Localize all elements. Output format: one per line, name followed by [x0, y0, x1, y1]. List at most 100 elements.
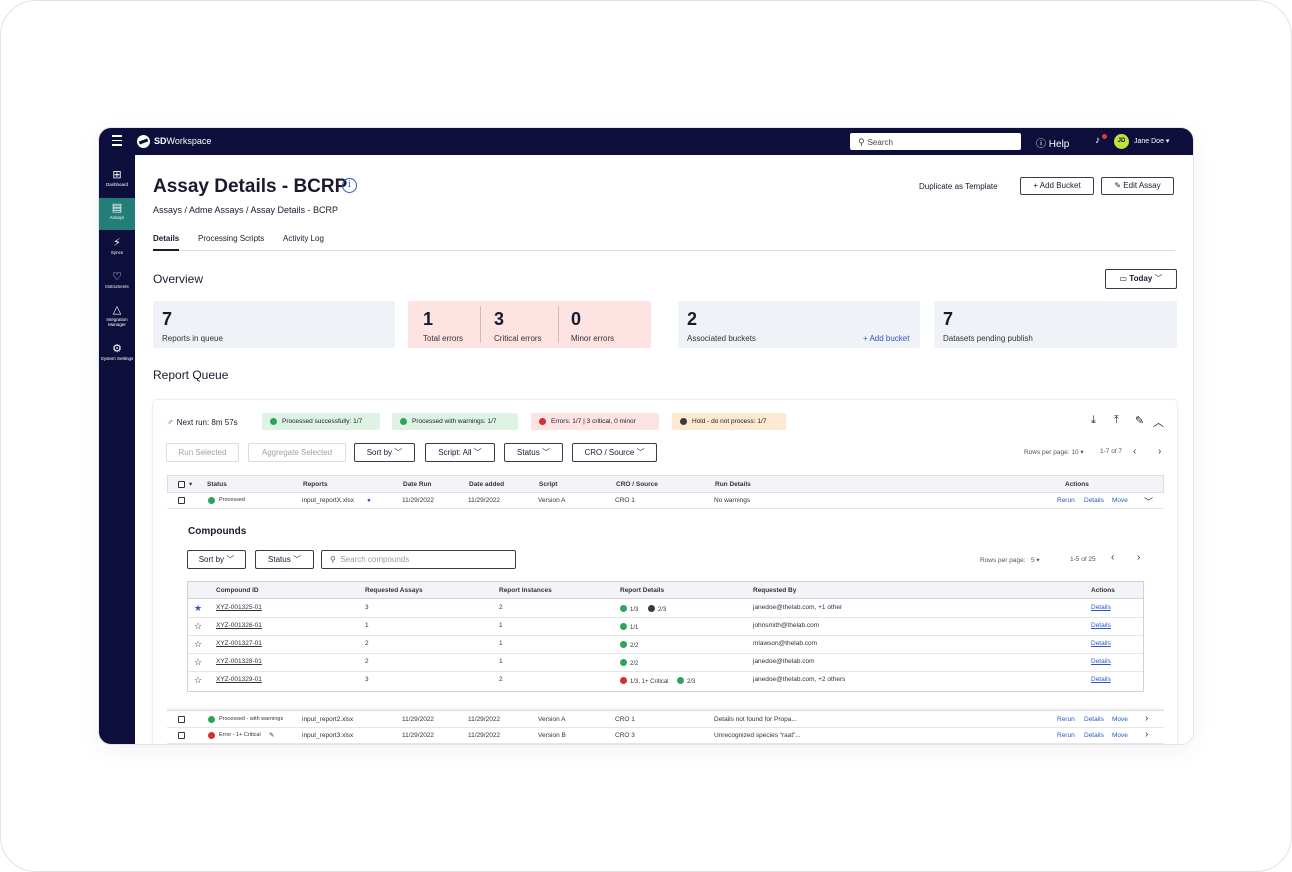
sidebar-item-integration-manager[interactable]: △ Integration Manager — [99, 300, 135, 332]
check-circle-icon — [208, 716, 215, 723]
star-outline-icon[interactable]: ☆ — [194, 639, 202, 650]
pencil-icon[interactable]: ✎ — [1135, 414, 1144, 427]
status-filter-dropdown[interactable]: Status ﹀ — [504, 443, 563, 462]
rerun-link[interactable]: Rerun — [1057, 732, 1075, 739]
search-icon: ⚲ — [330, 555, 336, 564]
caret-down-icon: ▾ — [1165, 138, 1170, 145]
sidebar-item-instruments[interactable]: ♡ Instruments — [99, 267, 135, 299]
compound-row[interactable]: ☆ XYZ-001326-01 1 1 1/1 johnsmith@thelab… — [188, 618, 1143, 636]
compounds-rows-per-page[interactable]: Rows per page: 5 ▾ — [980, 556, 1040, 564]
add-bucket-button[interactable]: + Add Bucket — [1020, 177, 1094, 195]
chevron-right-icon[interactable]: › — [1145, 713, 1148, 724]
chevron-right-icon[interactable]: › — [1145, 729, 1148, 740]
collapse-icon[interactable]: ︿ — [1153, 414, 1164, 430]
status-badge-hold[interactable]: Hold - do not process: 1/7 — [672, 413, 786, 430]
prev-page-icon[interactable]: ‹ — [1133, 446, 1136, 457]
compound-row[interactable]: ☆ XYZ-001327-01 2 1 2/2 mlawson@thelab.c… — [188, 636, 1143, 654]
sidebar-item-dashboard[interactable]: ⊞ Dashboard — [99, 165, 135, 197]
next-page-icon[interactable]: › — [1158, 446, 1161, 457]
select-all-checkbox[interactable] — [178, 481, 185, 488]
tab-activity-log[interactable]: Activity Log — [283, 234, 324, 251]
edit-assay-button[interactable]: ✎ Edit Assay — [1101, 177, 1174, 195]
row-checkbox[interactable] — [178, 497, 185, 504]
help-button[interactable]: ⓘ Help — [1036, 135, 1069, 150]
report-detail-success: 1/1 — [620, 622, 638, 631]
search-compounds-input[interactable]: ⚲ Search compounds — [321, 550, 516, 569]
row-checkbox[interactable] — [178, 716, 185, 723]
sidebar-item-syncs[interactable]: ⚡ Syncs — [99, 233, 135, 265]
avatar[interactable]: JD — [1114, 134, 1129, 149]
check-circle-icon — [620, 659, 627, 666]
breadcrumb[interactable]: Assays / Adme Assays / Assay Details - B… — [153, 205, 338, 215]
menu-icon[interactable] — [112, 135, 122, 147]
compounds-range: 1-5 of 25 — [1070, 556, 1096, 563]
report-queue-heading: Report Queue — [153, 368, 229, 382]
move-link[interactable]: Move — [1112, 732, 1128, 739]
global-search-input[interactable]: ⚲ Search — [850, 133, 1021, 150]
page-title: Assay Details - BCRP — [153, 176, 348, 197]
star-outline-icon[interactable]: ☆ — [194, 657, 202, 668]
details-link[interactable]: Details — [1091, 604, 1111, 611]
tab-details[interactable]: Details — [153, 234, 180, 251]
sort-by-dropdown[interactable]: Sort by ﹀ — [354, 443, 415, 462]
check-circle-icon — [208, 497, 215, 504]
chevron-down-icon[interactable]: ﹀ — [1144, 495, 1153, 508]
script-filter-dropdown[interactable]: Script: All ﹀ — [425, 443, 495, 462]
calendar-icon: ▭ — [1119, 274, 1128, 283]
notification-bell-icon[interactable]: ♪ — [1095, 134, 1107, 146]
sidebar-item-assays[interactable]: ▤ Assays — [99, 198, 135, 230]
aggregate-selected-button[interactable]: Aggregate Selected — [248, 443, 346, 462]
table-row[interactable]: Error - 1+ Critical ✎ input_report3.xlsx… — [167, 728, 1164, 744]
move-link[interactable]: Move — [1112, 716, 1128, 723]
rerun-link[interactable]: Rerun — [1057, 497, 1075, 504]
details-link[interactable]: Details — [1084, 716, 1104, 723]
rows-per-page[interactable]: Rows per page: 10 ▾ — [1024, 448, 1084, 456]
details-link[interactable]: Details — [1091, 676, 1111, 683]
upload-icon[interactable]: ⤒ — [1114, 414, 1119, 427]
status-badge-success[interactable]: Processed successfully: 1/7 — [262, 413, 380, 430]
details-link[interactable]: Details — [1091, 658, 1111, 665]
compound-row[interactable]: ☆ XYZ-001328-01 2 1 2/2 janedoe@thelab.c… — [188, 654, 1143, 672]
run-selected-button[interactable]: Run Selected — [166, 443, 239, 462]
associated-buckets-card: 2 Associated buckets + Add bucket — [678, 301, 920, 348]
compounds-sort-dropdown[interactable]: Sort by ﹀ — [187, 550, 246, 569]
settings-icon: ⚙ — [112, 343, 122, 355]
details-link[interactable]: Details — [1091, 640, 1111, 647]
user-menu[interactable]: Jane Doe ▾ — [1134, 137, 1169, 145]
row-checkbox[interactable] — [178, 732, 185, 739]
chevron-down-icon: ﹀ — [292, 555, 301, 564]
duplicate-template-button[interactable]: Duplicate as Template — [919, 182, 998, 191]
compounds-status-dropdown[interactable]: Status ﹀ — [255, 550, 314, 569]
error-circle-icon — [539, 418, 546, 425]
star-filled-icon[interactable]: ★ — [194, 603, 202, 614]
star-outline-icon[interactable]: ☆ — [194, 621, 202, 632]
details-link[interactable]: Details — [1084, 497, 1104, 504]
status-badge-warnings[interactable]: Processed with warnings: 1/7 — [392, 413, 518, 430]
status-badge-errors[interactable]: Errors: 1/7 | 3 critical, 0 minor — [531, 413, 659, 430]
details-link[interactable]: Details — [1084, 732, 1104, 739]
syncs-icon: ⚡ — [113, 237, 121, 249]
details-link[interactable]: Details — [1091, 622, 1111, 629]
compound-row[interactable]: ☆ XYZ-001329-01 3 2 1/3, 1+ Critical 2/3… — [188, 672, 1143, 690]
star-outline-icon[interactable]: ☆ — [194, 675, 202, 686]
pencil-icon[interactable]: ✎ — [269, 731, 274, 739]
tab-processing-scripts[interactable]: Processing Scripts — [198, 234, 264, 251]
report-detail-success: 2/3 — [677, 676, 695, 685]
caret-down-icon[interactable]: ▾ — [189, 480, 192, 488]
chevron-down-icon: ﹀ — [394, 448, 403, 457]
pencil-icon: ✎ — [1114, 181, 1122, 190]
sidebar-item-system-settings[interactable]: ⚙ System Settings — [99, 339, 135, 371]
date-range-select[interactable]: ▭ Today ﹀ — [1105, 269, 1177, 289]
cro-source-dropdown[interactable]: CRO / Source ﹀ — [572, 443, 657, 462]
report-detail-critical: 1/3, 1+ Critical — [620, 676, 669, 685]
add-bucket-link[interactable]: + Add bucket — [863, 334, 909, 343]
prev-page-icon[interactable]: ‹ — [1111, 552, 1114, 563]
compound-row[interactable]: ★ XYZ-001325-01 3 2 1/3 2/3 janedoe@thel… — [188, 600, 1143, 618]
download-icon[interactable]: ⤓ — [1091, 414, 1096, 427]
move-link[interactable]: Move — [1112, 497, 1128, 504]
next-page-icon[interactable]: › — [1137, 552, 1140, 563]
rerun-link[interactable]: Rerun — [1057, 716, 1075, 723]
table-row[interactable]: Processed - with warnings input_report2.… — [167, 712, 1164, 728]
table-row[interactable]: Processed input_reportX.xlsx ● 11/29/202… — [167, 493, 1164, 509]
info-icon[interactable]: i — [342, 178, 357, 193]
